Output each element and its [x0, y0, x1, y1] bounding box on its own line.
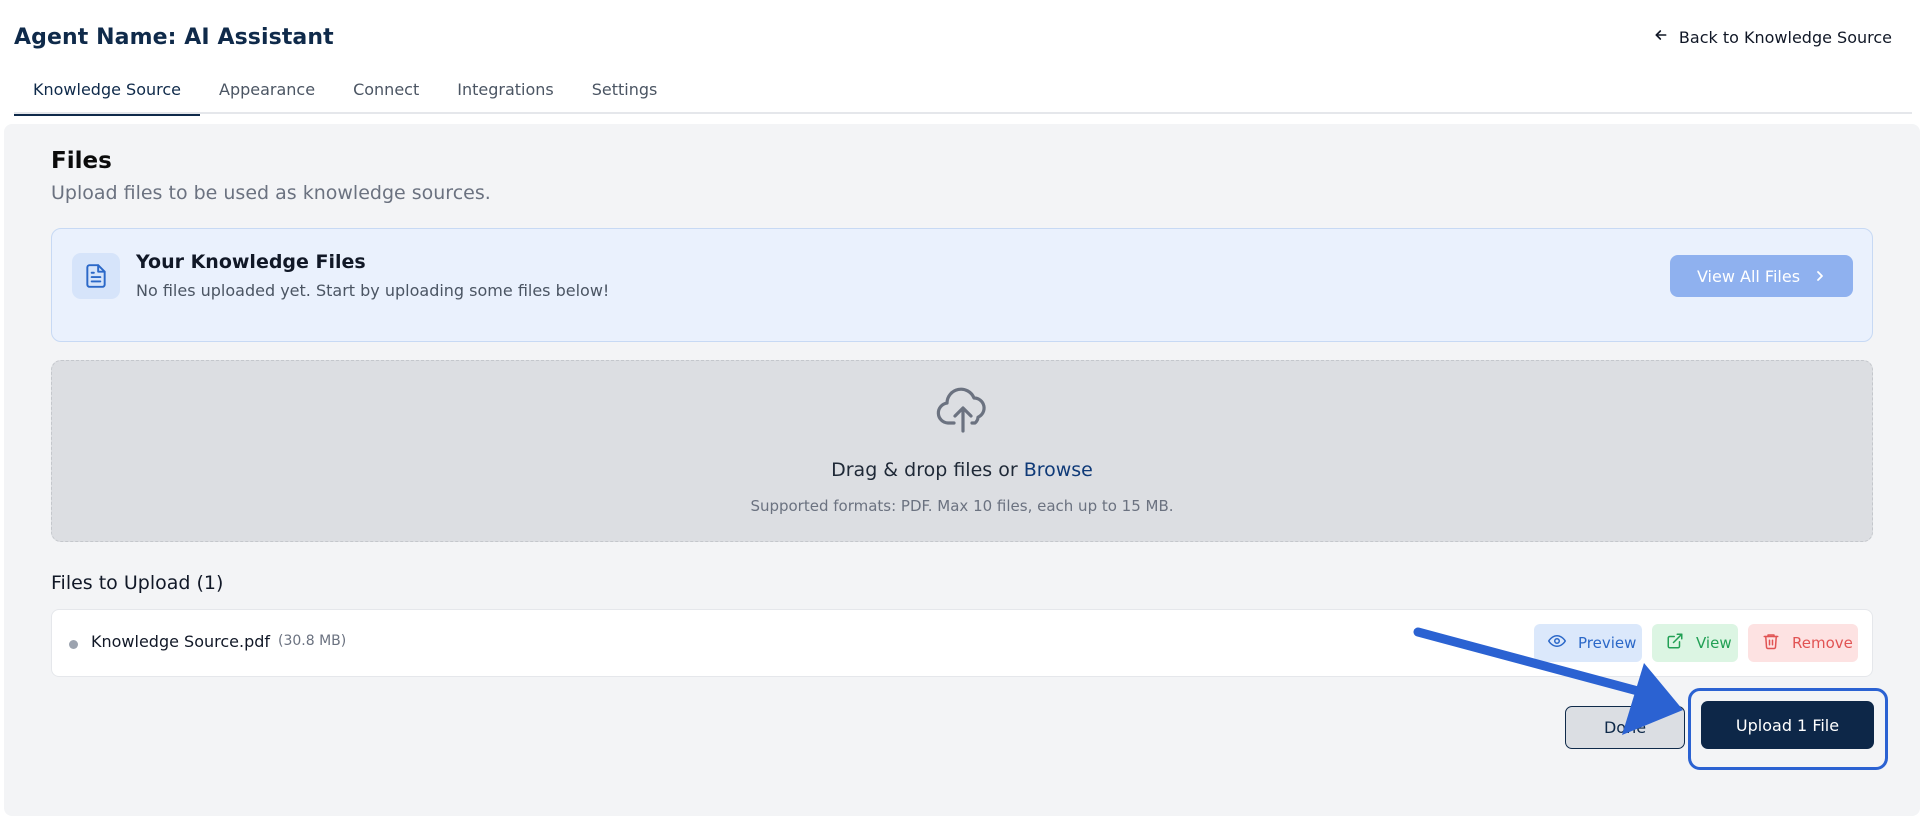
app-root: Agent Name: AI Assistant Back to Knowled… — [0, 0, 1920, 816]
file-size: (30.8 MB) — [278, 633, 347, 649]
knowledge-files-card: Your Knowledge Files No files uploaded y… — [51, 228, 1873, 342]
tab-connect[interactable]: Connect — [334, 74, 438, 114]
dropzone-instruction: Drag & drop files or — [831, 459, 1018, 481]
view-label: View — [1696, 634, 1732, 652]
file-name: Knowledge Source.pdf — [91, 632, 271, 651]
trash-icon — [1762, 632, 1780, 654]
arrow-left-icon — [1653, 27, 1669, 47]
file-actions: Preview View Remove — [1534, 624, 1858, 662]
agent-title: Agent Name: AI Assistant — [14, 24, 334, 50]
files-title: Files — [51, 148, 112, 174]
tab-integrations[interactable]: Integrations — [438, 74, 573, 114]
browse-link[interactable]: Browse — [1024, 459, 1093, 481]
back-to-knowledge-source-link[interactable]: Back to Knowledge Source — [1653, 27, 1892, 47]
tab-settings[interactable]: Settings — [573, 74, 677, 114]
tab-appearance[interactable]: Appearance — [200, 74, 334, 114]
view-button[interactable]: View — [1652, 624, 1738, 662]
file-row: Knowledge Source.pdf (30.8 MB) Preview V… — [51, 609, 1873, 677]
back-link-label: Back to Knowledge Source — [1678, 27, 1892, 47]
tab-bar: Knowledge Source Appearance Connect Inte… — [14, 74, 1912, 116]
eye-icon — [1548, 632, 1566, 654]
tab-knowledge-source[interactable]: Knowledge Source — [14, 74, 200, 116]
dropzone-text: Drag & drop files or Browse — [52, 459, 1872, 481]
preview-button[interactable]: Preview — [1534, 624, 1642, 662]
preview-label: Preview — [1578, 634, 1637, 652]
file-dropzone[interactable]: Drag & drop files or Browse Supported fo… — [51, 360, 1873, 542]
view-all-files-button[interactable]: View All Files — [1670, 255, 1853, 297]
view-all-files-label: View All Files — [1696, 266, 1801, 286]
knowledge-files-title: Your Knowledge Files — [136, 251, 366, 273]
files-panel: Files Upload files to be used as knowled… — [4, 124, 1920, 816]
status-dot — [69, 640, 78, 649]
remove-label: Remove — [1792, 634, 1853, 652]
remove-button[interactable]: Remove — [1748, 624, 1858, 662]
page-header: Agent Name: AI Assistant Back to Knowled… — [14, 22, 1892, 52]
files-subtitle: Upload files to be used as knowledge sou… — [51, 182, 491, 204]
upload-files-button[interactable]: Upload 1 File — [1701, 701, 1874, 749]
chevron-right-icon — [1814, 267, 1826, 286]
document-icon — [72, 253, 120, 299]
cloud-upload-icon — [936, 385, 990, 433]
files-to-upload-title: Files to Upload (1) — [51, 572, 224, 594]
knowledge-files-subtitle: No files uploaded yet. Start by uploadin… — [136, 281, 610, 300]
external-link-icon — [1666, 632, 1684, 654]
dropzone-hint: Supported formats: PDF. Max 10 files, ea… — [750, 497, 1174, 515]
done-button[interactable]: Done — [1565, 706, 1685, 749]
